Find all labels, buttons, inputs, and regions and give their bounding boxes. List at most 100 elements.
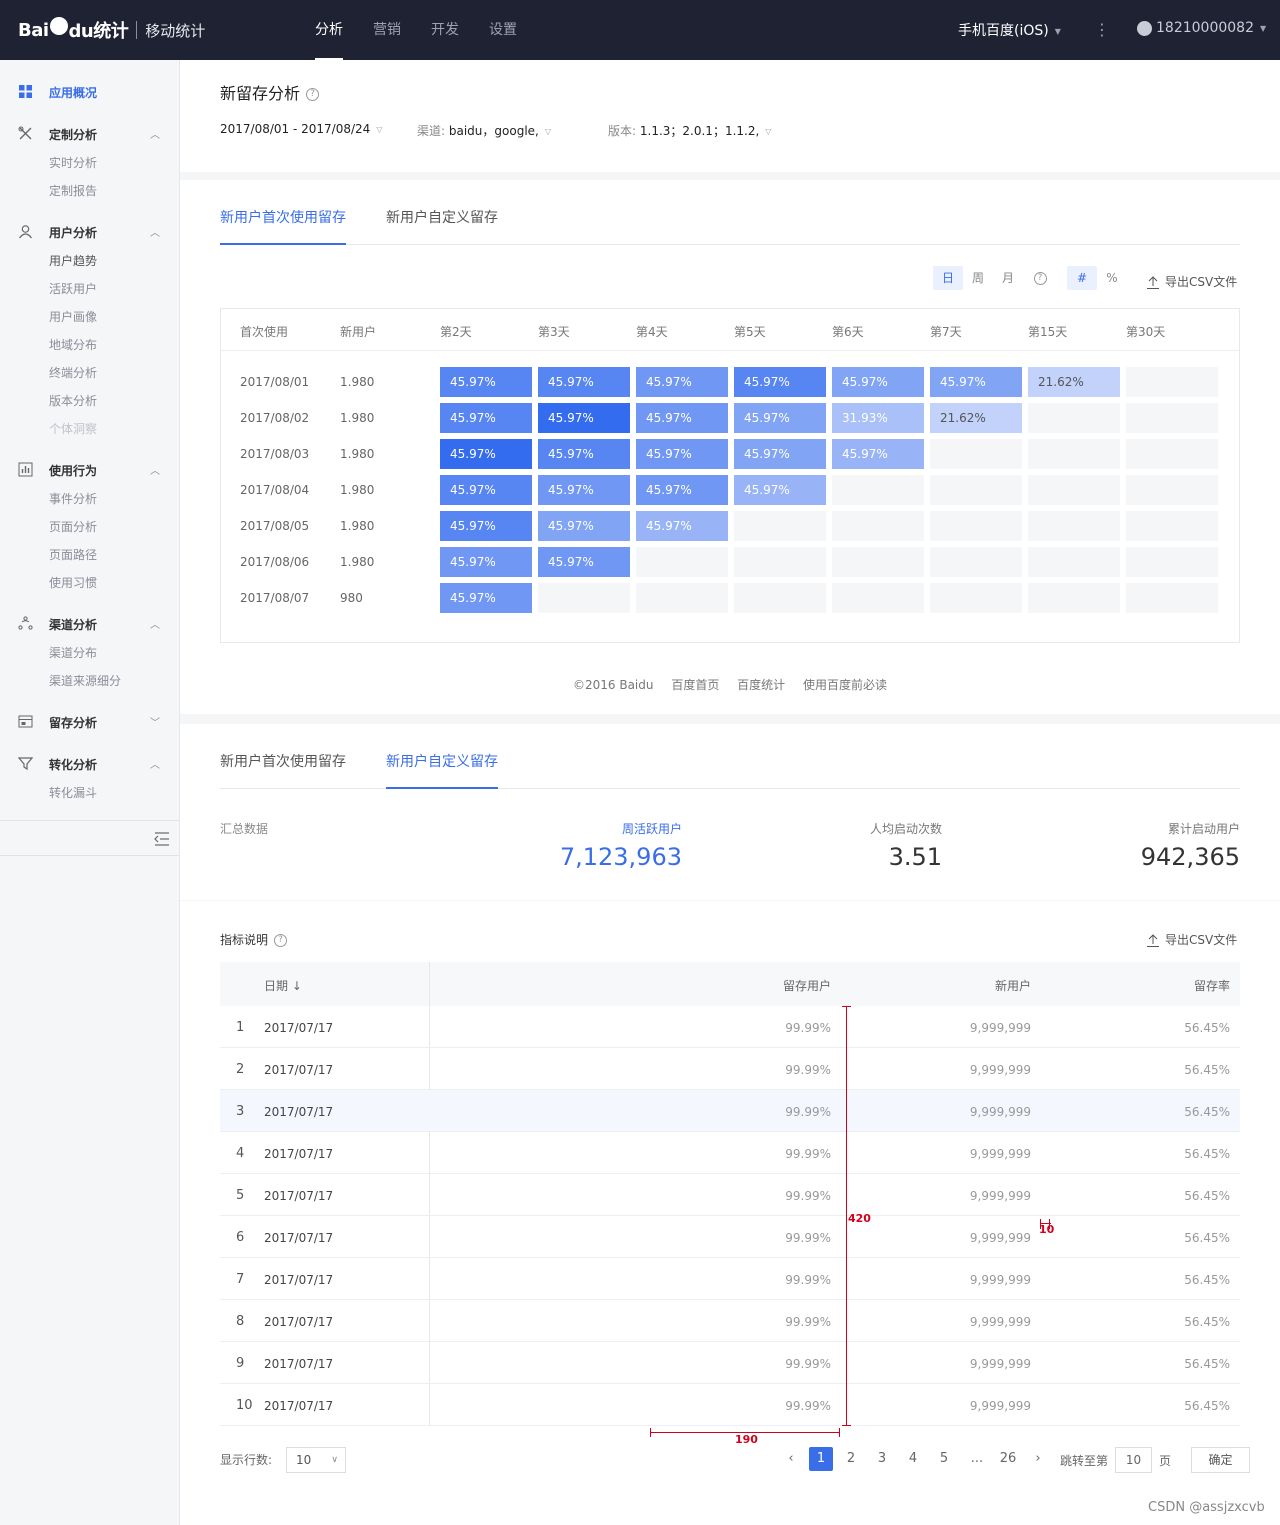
nav-settings[interactable]: 设置 <box>474 0 532 60</box>
heat-cell[interactable]: 45.97% <box>538 439 630 469</box>
heat-cell[interactable] <box>1028 403 1120 433</box>
heat-cell[interactable]: 45.97% <box>440 367 532 397</box>
sidebar-item[interactable]: 使用习惯 <box>49 574 97 591</box>
prev-page-button[interactable]: ‹ <box>779 1447 803 1471</box>
sidebar-item[interactable]: 渠道来源细分 <box>49 672 121 689</box>
sidebar-item[interactable]: 用户趋势 <box>49 252 97 269</box>
sidebar-item[interactable]: 版本分析 <box>49 392 97 409</box>
heat-cell[interactable] <box>1126 511 1218 541</box>
heat-cell[interactable]: 45.97% <box>734 475 826 505</box>
sidebar-group-3[interactable]: 使用行为 ︿ <box>0 460 179 480</box>
sidebar-item[interactable]: 终端分析 <box>49 364 97 381</box>
heat-cell[interactable] <box>832 583 924 613</box>
heat-cell[interactable]: 45.97% <box>538 511 630 541</box>
heat-cell[interactable] <box>734 583 826 613</box>
jump-page-input[interactable]: 10 <box>1115 1447 1152 1473</box>
baidu-logo[interactable]: Bai du统计 移动统计 <box>18 16 205 44</box>
heat-cell[interactable]: 45.97% <box>538 475 630 505</box>
heat-cell[interactable] <box>1126 403 1218 433</box>
heat-cell[interactable] <box>832 547 924 577</box>
rows-per-page-select[interactable]: 10 ∨ <box>286 1447 346 1473</box>
page-4[interactable]: 4 <box>901 1447 925 1471</box>
heat-cell[interactable]: 31.93% <box>832 403 924 433</box>
footer-link-terms[interactable]: 使用百度前必读 <box>803 678 887 692</box>
table-row[interactable]: 10 2017/07/17 99.99% 9,999,999 56.45% <box>220 1384 1240 1426</box>
sidebar-item[interactable]: 页面路径 <box>49 546 97 563</box>
table-row[interactable]: 4 2017/07/17 99.99% 9,999,999 56.45% <box>220 1132 1240 1174</box>
sidebar-item[interactable]: 页面分析 <box>49 518 97 535</box>
heat-cell[interactable] <box>930 475 1022 505</box>
table-row[interactable]: 9 2017/07/17 99.99% 9,999,999 56.45% <box>220 1342 1240 1384</box>
heat-cell[interactable]: 45.97% <box>440 439 532 469</box>
heat-cell[interactable] <box>930 439 1022 469</box>
heat-cell[interactable] <box>1126 583 1218 613</box>
heat-cell[interactable] <box>930 583 1022 613</box>
sidebar-item[interactable]: 事件分析 <box>49 490 97 507</box>
heat-cell[interactable]: 45.97% <box>636 475 728 505</box>
heat-cell[interactable]: 45.97% <box>734 439 826 469</box>
heat-cell[interactable]: 45.97% <box>636 403 728 433</box>
heat-cell[interactable] <box>1126 475 1218 505</box>
heat-cell[interactable] <box>734 547 826 577</box>
heat-cell[interactable]: 45.97% <box>832 367 924 397</box>
heat-cell[interactable]: 45.97% <box>734 367 826 397</box>
table-row[interactable]: 2 2017/07/17 99.99% 9,999,999 56.45% <box>220 1048 1240 1090</box>
nav-develop[interactable]: 开发 <box>416 0 474 60</box>
sidebar-group-4[interactable]: 渠道分析 ︿ <box>0 614 179 634</box>
heat-cell[interactable]: 21.62% <box>930 403 1022 433</box>
heat-cell[interactable] <box>1028 547 1120 577</box>
heat-cell[interactable] <box>734 511 826 541</box>
heat-cell[interactable]: 45.97% <box>538 403 630 433</box>
sidebar-item[interactable]: 转化漏斗 <box>49 784 97 801</box>
app-switcher[interactable]: 手机百度(iOS) ▼ <box>958 20 1061 40</box>
account-menu[interactable]: 18210000082 ▼ <box>1137 20 1266 36</box>
table-row[interactable]: 1 2017/07/17 99.99% 9,999,999 56.45% <box>220 1006 1240 1048</box>
table-row[interactable]: 8 2017/07/17 99.99% 9,999,999 56.45% <box>220 1300 1240 1342</box>
help-icon[interactable]: ? <box>306 88 320 101</box>
heat-cell[interactable]: 45.97% <box>440 583 532 613</box>
heat-cell[interactable]: 45.97% <box>440 475 532 505</box>
mode-count-button[interactable]: # <box>1067 266 1097 290</box>
tab-first-use-retention[interactable]: 新用户首次使用留存 <box>220 207 346 245</box>
heat-cell[interactable]: 45.97% <box>440 511 532 541</box>
period-week-button[interactable]: 周 <box>963 266 993 290</box>
sidebar-item[interactable]: 个体洞察 <box>49 420 97 437</box>
sidebar-group-5[interactable]: 留存分析 ﹀ <box>0 712 179 732</box>
page-26[interactable]: 26 <box>996 1447 1020 1471</box>
tab-custom-retention[interactable]: 新用户自定义留存 <box>386 751 498 789</box>
sidebar-group-6[interactable]: 转化分析 ︿ <box>0 754 179 774</box>
heat-cell[interactable]: 45.97% <box>930 367 1022 397</box>
heat-cell[interactable] <box>832 511 924 541</box>
jump-confirm-button[interactable]: 确定 <box>1191 1447 1250 1473</box>
footer-link-tongji[interactable]: 百度统计 <box>737 678 785 692</box>
sidebar-group-0[interactable]: 应用概况 <box>0 82 179 102</box>
heat-cell[interactable]: 45.97% <box>636 439 728 469</box>
table-row[interactable]: 7 2017/07/17 99.99% 9,999,999 56.45% <box>220 1258 1240 1300</box>
heat-cell[interactable] <box>930 547 1022 577</box>
sidebar-item[interactable]: 地域分布 <box>49 336 97 353</box>
collapse-sidebar-icon[interactable] <box>154 832 170 846</box>
sidebar-item[interactable]: 活跃用户 <box>49 280 97 297</box>
export-csv-button[interactable]: 导出CSV文件 <box>1147 273 1237 290</box>
table-row[interactable]: 3 2017/07/17 99.99% 9,999,999 56.45% <box>220 1090 1240 1132</box>
more-icon[interactable]: ⋮ <box>1094 20 1110 40</box>
version-filter[interactable]: 版本: 1.1.3；2.0.1；1.1.2, ▽ <box>608 122 771 139</box>
sidebar-item[interactable]: 定制报告 <box>49 182 97 199</box>
nav-marketing[interactable]: 营销 <box>358 0 416 60</box>
page-3[interactable]: 3 <box>870 1447 894 1471</box>
page-5[interactable]: 5 <box>932 1447 956 1471</box>
sidebar-group-1[interactable]: 定制分析 ︿ <box>0 124 179 144</box>
nav-analysis[interactable]: 分析 <box>300 0 358 60</box>
period-day-button[interactable]: 日 <box>933 266 963 290</box>
heat-cell[interactable]: 45.97% <box>440 403 532 433</box>
heat-cell[interactable]: 45.97% <box>636 511 728 541</box>
heat-cell[interactable] <box>1126 367 1218 397</box>
channel-filter[interactable]: 渠道: baidu，google, ▽ <box>417 122 551 139</box>
export-csv-button[interactable]: 导出CSV文件 <box>1147 931 1237 948</box>
sidebar-item[interactable]: 实时分析 <box>49 154 97 171</box>
heat-cell[interactable] <box>636 547 728 577</box>
help-icon[interactable]: ? <box>1029 266 1051 290</box>
footer-link-home[interactable]: 百度首页 <box>671 678 719 692</box>
next-page-button[interactable]: › <box>1026 1447 1050 1471</box>
heat-cell[interactable] <box>538 583 630 613</box>
